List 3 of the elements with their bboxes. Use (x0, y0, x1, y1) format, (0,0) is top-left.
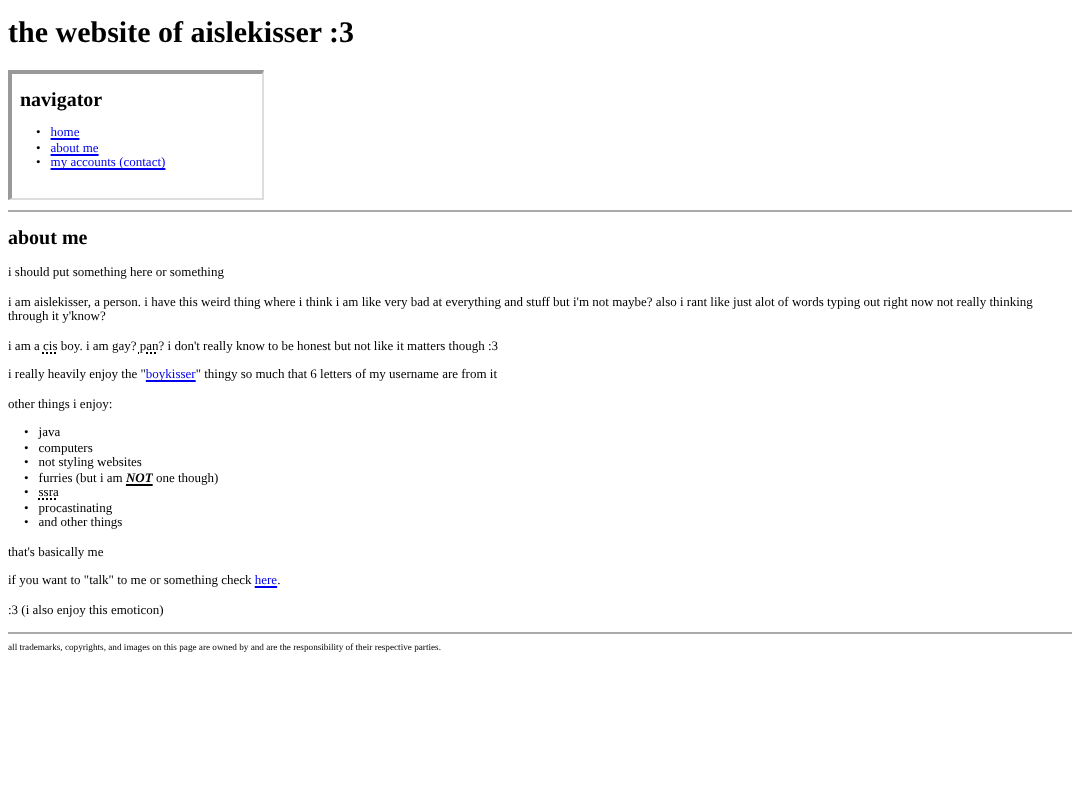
navigator-heading: navigator (20, 90, 105, 114)
page-title: the website of aislekisser :3 (8, 16, 357, 52)
section-heading: about me (8, 228, 90, 252)
